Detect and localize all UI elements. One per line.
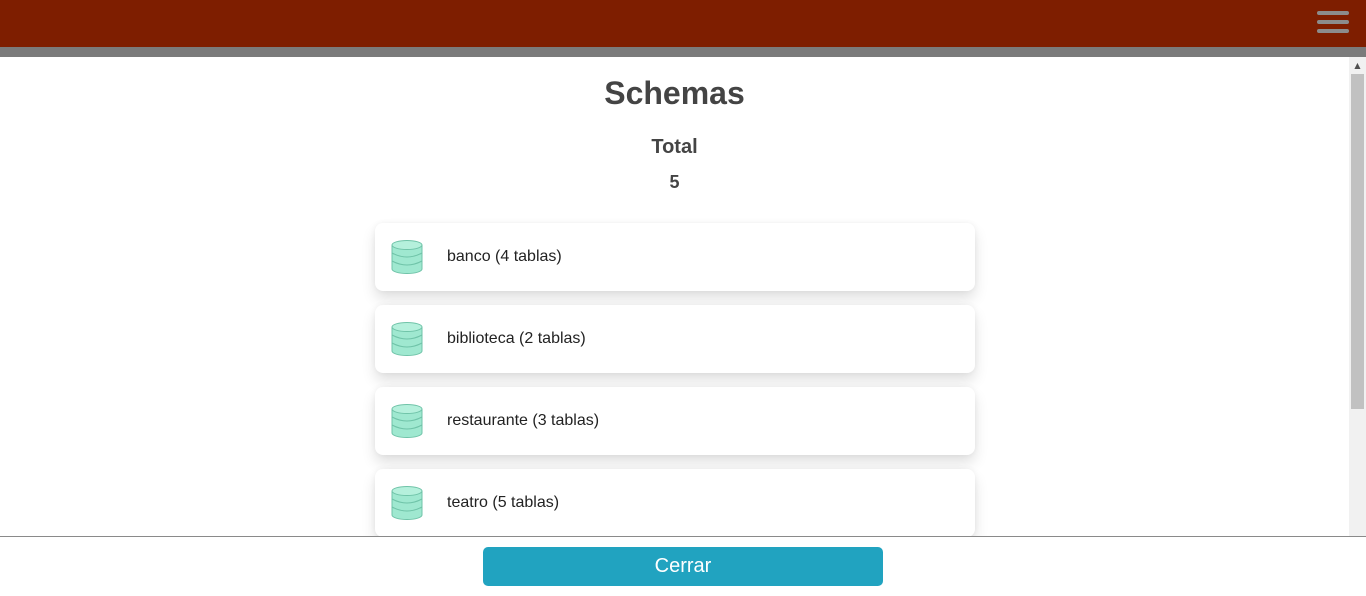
schema-item-biblioteca[interactable]: biblioteca (2 tablas) bbox=[375, 305, 975, 373]
schema-item-teatro[interactable]: teatro (5 tablas) bbox=[375, 469, 975, 536]
total-value: 5 bbox=[669, 172, 680, 192]
close-button[interactable]: Cerrar bbox=[483, 547, 883, 586]
hamburger-menu-icon[interactable] bbox=[1317, 11, 1349, 33]
database-icon bbox=[391, 322, 423, 356]
menu-line bbox=[1317, 29, 1349, 33]
menu-line bbox=[1317, 11, 1349, 15]
footer-bar: Cerrar bbox=[0, 536, 1366, 596]
schemas-content-area: Schemas Total 5 banco (4 tablas) bibliot… bbox=[0, 57, 1349, 536]
scroll-up-arrow-icon[interactable]: ▲ bbox=[1349, 57, 1366, 74]
schema-item-label: banco (4 tablas) bbox=[447, 248, 562, 265]
schema-item-label: teatro (5 tablas) bbox=[447, 494, 560, 511]
vertical-scrollbar[interactable]: ▲ bbox=[1349, 57, 1366, 536]
scrollbar-thumb[interactable] bbox=[1351, 74, 1364, 409]
schema-item-restaurante[interactable]: restaurante (3 tablas) bbox=[375, 387, 975, 455]
top-header-bar bbox=[0, 0, 1366, 47]
schema-item-label: restaurante (3 tablas) bbox=[447, 412, 600, 429]
page-title: Schemas bbox=[604, 75, 745, 111]
database-icon bbox=[391, 404, 423, 438]
total-label: Total bbox=[651, 136, 698, 158]
menu-line bbox=[1317, 20, 1349, 24]
database-icon bbox=[391, 240, 423, 274]
schema-item-banco[interactable]: banco (4 tablas) bbox=[375, 223, 975, 291]
schema-item-label: biblioteca (2 tablas) bbox=[447, 330, 586, 347]
schema-list: banco (4 tablas) biblioteca (2 tablas) r… bbox=[375, 223, 975, 536]
header-divider-strip bbox=[0, 47, 1366, 57]
database-icon bbox=[391, 486, 423, 520]
